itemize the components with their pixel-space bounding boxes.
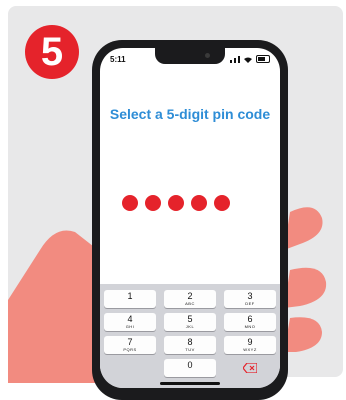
key-digit: 3	[247, 291, 253, 301]
pin-prompt: Select a 5-digit pin code	[109, 106, 271, 122]
pin-dot	[122, 195, 138, 211]
pin-dot	[191, 195, 207, 211]
pin-dot	[168, 195, 184, 211]
key-digit: 6	[247, 314, 253, 324]
key-letters: JKL	[185, 324, 195, 329]
delete-key[interactable]	[224, 359, 276, 377]
key-digit: 7	[127, 337, 133, 347]
signal-icon	[230, 60, 232, 63]
key-letters: TUV	[185, 347, 195, 352]
key-4[interactable]: 4 GHI	[104, 313, 156, 331]
phone-device: 5:11 Select a 5-digit pin code 1 2 ABC 3…	[92, 40, 288, 400]
key-letters: ABC	[185, 301, 195, 306]
backspace-icon	[242, 362, 258, 374]
key-letters: GHI	[125, 324, 135, 329]
key-digit: 9	[247, 337, 253, 347]
key-letters: PQRS	[123, 347, 137, 352]
camera-icon	[205, 53, 210, 58]
signal-icon	[238, 56, 240, 63]
key-letters: DEF	[245, 301, 255, 306]
key-digit: 8	[187, 337, 193, 347]
pin-dot	[145, 195, 161, 211]
home-indicator	[160, 382, 220, 385]
key-9[interactable]: 9 WXYZ	[224, 336, 276, 354]
key-8[interactable]: 8 TUV	[164, 336, 216, 354]
status-time: 5:11	[110, 55, 126, 64]
key-digit: 1	[127, 291, 133, 301]
key-digit: 5	[187, 314, 193, 324]
key-blank	[104, 359, 156, 377]
key-0[interactable]: 0	[164, 359, 216, 377]
key-5[interactable]: 5 JKL	[164, 313, 216, 331]
wifi-icon	[244, 57, 252, 63]
key-digit: 2	[187, 291, 193, 301]
step-number-badge: 5	[25, 25, 79, 79]
key-7[interactable]: 7 PQRS	[104, 336, 156, 354]
battery-icon	[256, 55, 270, 63]
key-digit: 4	[127, 314, 133, 324]
key-1[interactable]: 1	[104, 290, 156, 308]
key-2[interactable]: 2 ABC	[164, 290, 216, 308]
key-6[interactable]: 6 MNO	[224, 313, 276, 331]
numeric-keypad: 1 2 ABC 3 DEF 4 GHI 5 JKL 6 MNO 7 PQRS 8…	[100, 284, 280, 388]
signal-icon	[234, 58, 236, 63]
key-letters: WXYZ	[243, 347, 257, 352]
status-icons	[230, 55, 270, 63]
key-3[interactable]: 3 DEF	[224, 290, 276, 308]
phone-screen: 5:11 Select a 5-digit pin code 1 2 ABC 3…	[100, 48, 280, 388]
key-digit: 0	[187, 360, 193, 370]
key-letters: MNO	[244, 324, 256, 329]
pin-dots	[122, 195, 230, 211]
pin-dot	[214, 195, 230, 211]
phone-notch	[155, 48, 225, 64]
